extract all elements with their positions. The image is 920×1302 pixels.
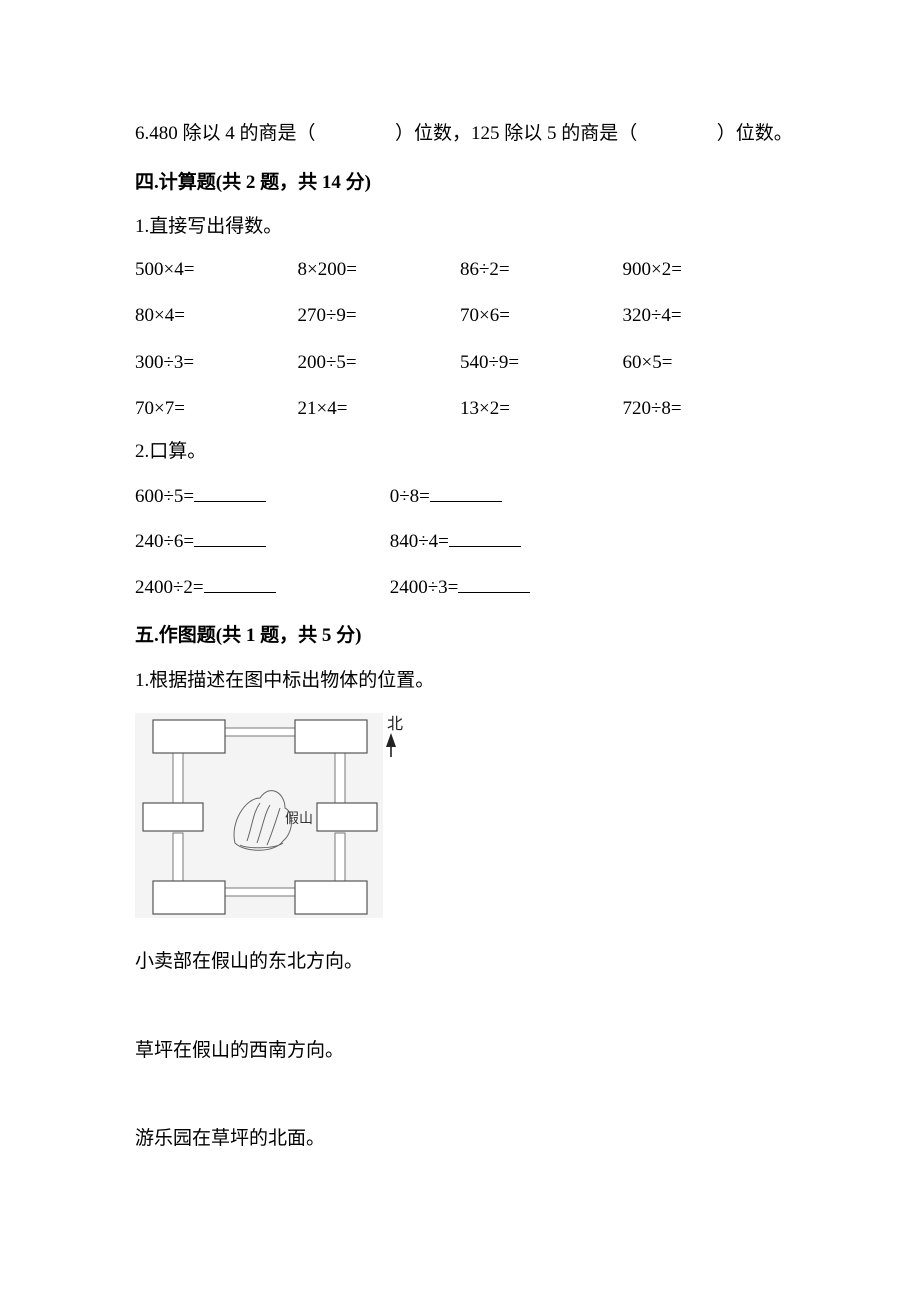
answer-blank[interactable]: [194, 525, 266, 547]
answer-blank[interactable]: [430, 480, 502, 502]
oral-calc-row: 240÷6= 840÷4=: [135, 525, 785, 556]
section-5-q1: 1.根据描述在图中标出物体的位置。: [135, 667, 785, 696]
section-4-q2: 2.口算。: [135, 438, 785, 467]
calc-cell: 70×7=: [135, 395, 298, 424]
oral-calc-expr: 600÷5=: [135, 486, 194, 507]
calc-cell: 21×4=: [298, 395, 461, 424]
q6-mid: ）位数，125 除以 5 的商是（: [395, 123, 637, 144]
oral-calc-row: 2400÷2= 2400÷3=: [135, 571, 785, 602]
section-5-heading: 五.作图题(共 1 题，共 5 分): [135, 622, 785, 651]
calc-cell: 540÷9=: [460, 349, 623, 378]
answer-blank[interactable]: [458, 571, 530, 593]
map-figure: 假山 北: [135, 713, 785, 918]
north-label: 北: [387, 715, 403, 733]
answer-blank[interactable]: [449, 525, 521, 547]
calc-cell: 13×2=: [460, 395, 623, 424]
map-desc-3: 游乐园在草坪的北面。: [135, 1125, 785, 1154]
calc-cell: 300÷3=: [135, 349, 298, 378]
oral-calc-expr: 2400÷3=: [390, 577, 459, 598]
section-4-q1: 1.直接写出得数。: [135, 213, 785, 242]
worksheet-page: 6.480 除以 4 的商是（ ）位数，125 除以 5 的商是（ ）位数。 四…: [0, 0, 920, 1302]
calc-cell: 500×4=: [135, 256, 298, 285]
answer-blank[interactable]: [194, 480, 266, 502]
map-desc-2: 草坪在假山的西南方向。: [135, 1037, 785, 1066]
oral-calc-expr: 240÷6=: [135, 531, 194, 552]
question-6: 6.480 除以 4 的商是（ ）位数，125 除以 5 的商是（ ）位数。: [135, 120, 785, 149]
map-desc-1: 小卖部在假山的东北方向。: [135, 948, 785, 977]
oral-calc-expr: 2400÷2=: [135, 577, 204, 598]
calc-cell: 60×5=: [623, 349, 786, 378]
calc-cell: 900×2=: [623, 256, 786, 285]
calc-cell: 86÷2=: [460, 256, 623, 285]
oral-calc-expr: 0÷8=: [390, 486, 430, 507]
calc-cell: 80×4=: [135, 302, 298, 331]
q6-prefix: 6.480 除以 4 的商是（: [135, 123, 316, 144]
calc-cell: 270÷9=: [298, 302, 461, 331]
calc-cell: 720÷8=: [623, 395, 786, 424]
calc-cell: 8×200=: [298, 256, 461, 285]
q6-suffix: ）位数。: [717, 123, 793, 144]
answer-blank[interactable]: [204, 571, 276, 593]
fig-center-label: 假山: [285, 811, 313, 827]
calc-cell: 320÷4=: [623, 302, 786, 331]
oral-calc-row: 600÷5= 0÷8=: [135, 480, 785, 511]
map-svg: 假山 北: [135, 713, 403, 918]
calc-cell: 200÷5=: [298, 349, 461, 378]
north-arrow-icon: [386, 733, 396, 757]
mental-calc-grid: 500×4= 8×200= 86÷2= 900×2= 80×4= 270÷9= …: [135, 256, 785, 424]
calc-cell: 70×6=: [460, 302, 623, 331]
section-4-heading: 四.计算题(共 2 题，共 14 分): [135, 169, 785, 198]
oral-calc-expr: 840÷4=: [390, 531, 449, 552]
